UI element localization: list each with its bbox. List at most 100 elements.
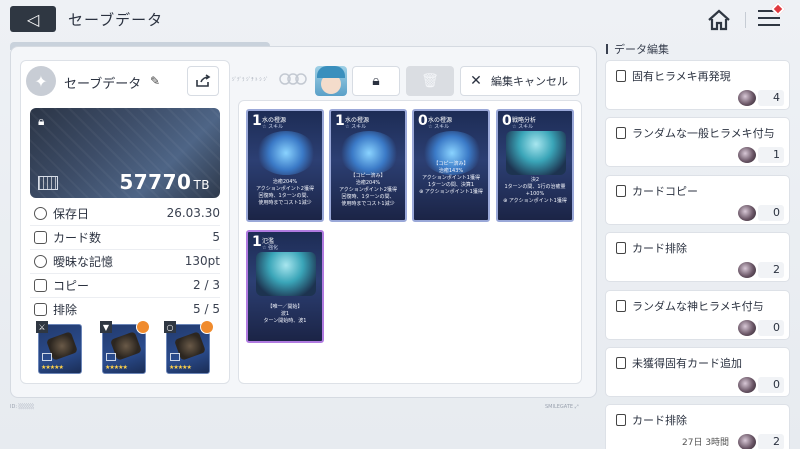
grid-icon: [38, 176, 58, 190]
card-art: [256, 131, 316, 175]
card-description: 【コピー済み】 治癒143% アクションポイント1獲得 1ターンの間、決算1 ⊕ アクシ…: [419, 161, 483, 195]
card-type: ☆ 強化: [262, 245, 279, 251]
divider: [30, 225, 220, 226]
armor-icon: ▼: [100, 321, 112, 333]
divider: [30, 249, 220, 250]
card-cost: 1: [335, 113, 345, 129]
toolbar-caption: ｼﾞﾃﾞﾗ ｼﾞﾁ ﾄ ｼ ｼﾞ: [232, 77, 269, 83]
grid-icon: [106, 353, 116, 361]
deck-card[interactable]: 1 水の橙源 ☆ スキル 治癒204% アクションポイント2獲得 回復時、1ターンの…: [246, 109, 324, 222]
edit-option-unique-inspiration[interactable]: 固有ヒラメキ再発現 4: [605, 60, 790, 110]
equipment-slot-ring[interactable]: ○ ★★★★★: [164, 320, 214, 374]
cards-icon: [616, 127, 626, 139]
stat-row-remove: 排除 5 / 5: [34, 299, 220, 319]
copy-icon: [34, 278, 47, 292]
data-edit-title: データ編集: [606, 41, 669, 57]
share-button[interactable]: [187, 66, 219, 96]
deck-card[interactable]: 1 氾濫 ☆ 強化 【唯一／開始】 波1 ターン開始時、波1: [246, 230, 324, 343]
character-avatar[interactable]: [315, 66, 347, 96]
card-description: 治癒204% アクションポイント2獲得 回復時、1ターンの間、 使用時までコスト1減少: [256, 179, 314, 206]
page-title: セーブデータ: [68, 11, 164, 29]
grid-icon: [170, 353, 180, 361]
stat-row-memory: 曖昧な記憶 130pt: [34, 251, 220, 271]
star-rating: ★★★★★: [41, 364, 64, 371]
share-icon: [196, 74, 211, 87]
card-cost: 0: [418, 113, 428, 129]
ring-icon: ○: [164, 321, 176, 333]
brain-icon: [34, 254, 47, 268]
edit-name-icon[interactable]: ✎: [150, 74, 160, 88]
cards-icon: [616, 70, 626, 82]
grid-icon: [42, 353, 52, 361]
edit-option-add-unique-card[interactable]: 未獲得固有カード追加 0: [605, 347, 790, 397]
gem-icon: [738, 262, 756, 278]
timer-text: 27日 3時間: [682, 438, 730, 448]
gem-icon: [738, 434, 756, 449]
card-cost: 1: [252, 234, 262, 250]
equipment-slot-weapon[interactable]: ⚔ ★★★★★: [36, 321, 82, 374]
star-rating: ★★★★★: [105, 364, 128, 371]
remove-icon: [616, 242, 626, 254]
edit-option-random-inspiration[interactable]: ランダムな一般ヒラメキ付与 1: [605, 117, 790, 167]
upgrade-badge: [136, 320, 150, 334]
card-icon: [34, 230, 47, 244]
remove-icon: [34, 302, 47, 316]
home-icon[interactable]: [706, 8, 732, 32]
equipment-slot-armor[interactable]: ▼ ★★★★★: [100, 320, 150, 374]
remove-icon: [616, 414, 626, 426]
lock-icon: 🔒︎: [372, 73, 380, 89]
edit-option-random-god-inspiration[interactable]: ランダムな神ヒラメキ付与 0: [605, 290, 790, 340]
gem-icon: [738, 377, 756, 393]
gem-icon: [738, 205, 756, 221]
save-name: セーブデータ: [64, 77, 142, 92]
card-description: 決2 1ターンの間、1行の治癒量+100% ⊕ アクションポイント1獲得: [503, 177, 567, 204]
footer-id: ID: ░░░░: [10, 404, 34, 410]
footer-brand: SMILEGATE ⤢: [545, 404, 579, 410]
cards-icon: [616, 300, 626, 312]
divider: [30, 273, 220, 274]
save-emblem-icon: ✦: [26, 66, 56, 96]
copy-icon: [616, 185, 626, 197]
cross-swords-icon: ✕: [470, 73, 482, 89]
edit-option-card-remove-timed[interactable]: カード排除 27日 3時間 2: [605, 404, 790, 449]
card-type: ☆ スキル: [262, 124, 284, 130]
card-art: [506, 131, 566, 175]
card-type: ☆ スキル: [428, 124, 450, 130]
card-description: 【唯一／開始】 波1 ターン開始時、波1: [263, 304, 307, 324]
divider: [30, 297, 220, 298]
lock-button[interactable]: 🔒︎: [352, 66, 400, 96]
edit-option-card-remove[interactable]: カード排除 2: [605, 232, 790, 282]
tb-value: 57770 TB: [119, 170, 210, 194]
card-type: ☆ スキル: [345, 124, 367, 130]
lock-icon: 🔒︎: [38, 114, 45, 128]
edit-option-card-copy[interactable]: カードコピー 0: [605, 175, 790, 225]
rings-icon: [279, 73, 307, 85]
top-bar: ◁ セーブデータ: [0, 0, 800, 40]
sword-icon: ⚔: [36, 321, 48, 333]
stat-row-copy: コピー 2 / 3: [34, 275, 220, 295]
clock-icon: [34, 206, 47, 220]
cards-icon: [616, 357, 626, 369]
card-description: 【コピー済み】 治癒204% アクションポイント2獲得 回復時、1ターンの間、 使用時ま…: [339, 173, 397, 207]
separator: [745, 12, 746, 28]
deck-card[interactable]: 0 水の橙源 ☆ スキル 【コピー済み】 治癒143% アクションポイント1獲得 1タ…: [412, 109, 490, 222]
stat-row-card-count: カード数 5: [34, 227, 220, 247]
gem-icon: [738, 147, 756, 163]
gem-icon: [738, 90, 756, 106]
gem-icon: [738, 320, 756, 336]
stat-row-date: 保存日 26.03.30: [34, 203, 220, 223]
trash-icon: 🗑︎: [421, 73, 439, 89]
card-art: [339, 131, 399, 175]
card-cost: 0: [502, 113, 512, 129]
tb-value-card: 🔒︎ 57770 TB: [30, 108, 220, 198]
deck-card[interactable]: 0 戦略分析 ☆ スキル 決2 1ターンの間、1行の治癒量+100% ⊕ アクション…: [496, 109, 574, 222]
cancel-edit-button[interactable]: ✕ 編集キャンセル: [460, 66, 580, 96]
delete-button[interactable]: 🗑︎: [406, 66, 454, 96]
back-button[interactable]: ◁: [10, 6, 56, 32]
card-type: ☆ スキル: [512, 124, 534, 130]
star-rating: ★★★★★: [169, 364, 192, 371]
deck-card[interactable]: 1 水の橙源 ☆ スキル 【コピー済み】 治癒204% アクションポイント2獲得 回復…: [329, 109, 407, 222]
card-art: [256, 252, 316, 296]
card-cost: 1: [252, 113, 262, 129]
upgrade-badge: [200, 320, 214, 334]
